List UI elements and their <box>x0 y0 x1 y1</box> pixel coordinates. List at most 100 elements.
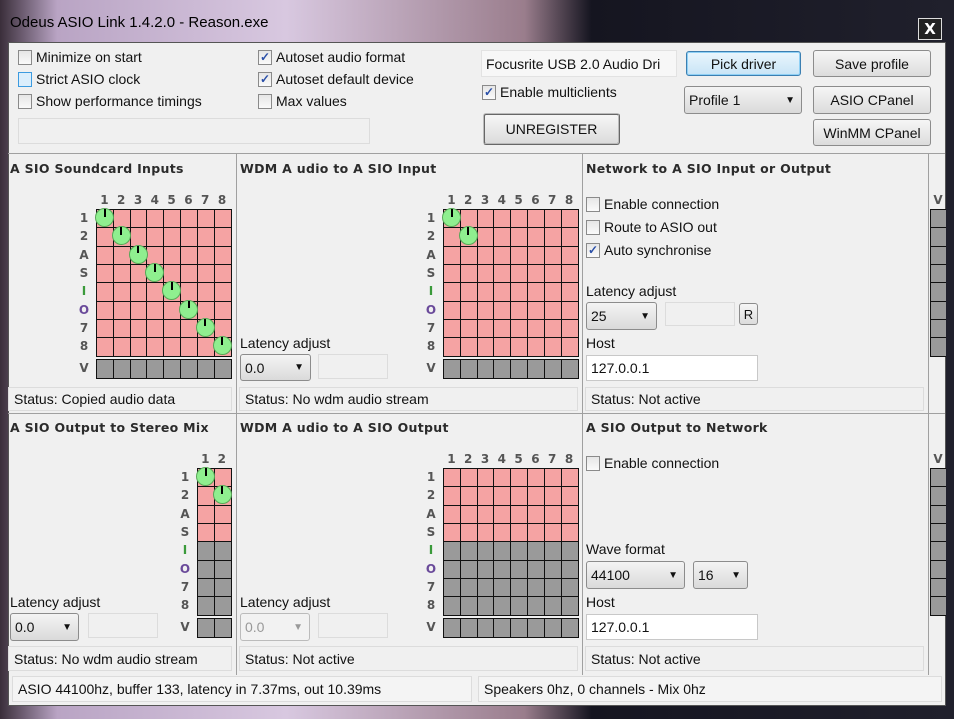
route-cell[interactable] <box>459 577 479 598</box>
route-cell[interactable] <box>196 282 216 302</box>
pick-driver-button[interactable]: Pick driver <box>686 51 801 76</box>
knob-icon[interactable] <box>179 299 198 319</box>
route-cell[interactable] <box>493 282 512 302</box>
route-cell[interactable] <box>493 245 512 266</box>
checkbox-box[interactable] <box>586 196 600 212</box>
route-cell[interactable] <box>459 282 479 302</box>
route-cell[interactable] <box>493 300 512 321</box>
route-cell[interactable] <box>459 318 479 339</box>
volume-cell[interactable] <box>510 359 529 380</box>
enable-connection-checkbox[interactable]: Enable connection <box>586 455 719 471</box>
route-cell[interactable] <box>543 577 563 598</box>
route-cell[interactable] <box>129 300 148 321</box>
volume-cell[interactable] <box>930 209 946 229</box>
route-cell[interactable] <box>510 522 529 543</box>
knob-icon[interactable] <box>442 208 461 227</box>
route-cell[interactable] <box>112 337 132 357</box>
auto-synchronise-checkbox[interactable]: ✓ Auto synchronise <box>586 242 711 258</box>
volume-cell[interactable] <box>459 359 479 380</box>
route-cell[interactable] <box>180 209 199 229</box>
checkbox-box[interactable] <box>18 71 32 87</box>
volume-cell[interactable] <box>213 618 232 639</box>
checkbox-box[interactable]: ✓ <box>482 84 496 100</box>
minimize-on-start-checkbox[interactable]: Minimize on start <box>18 49 142 65</box>
route-cell[interactable] <box>560 263 579 284</box>
route-cell[interactable] <box>476 263 495 284</box>
volume-cell[interactable] <box>443 359 462 380</box>
enable-multiclients-checkbox[interactable]: ✓ Enable multiclients <box>482 84 617 100</box>
route-cell[interactable] <box>560 486 579 507</box>
route-cell[interactable] <box>543 300 563 321</box>
route-cell[interactable] <box>459 541 479 561</box>
route-cell[interactable] <box>527 596 546 616</box>
route-cell[interactable] <box>543 468 563 488</box>
route-cell[interactable] <box>543 318 563 339</box>
route-cell[interactable] <box>543 486 563 507</box>
route-cell[interactable] <box>163 227 182 248</box>
route-cell[interactable] <box>527 263 546 284</box>
route-cell[interactable] <box>197 504 215 525</box>
route-cell[interactable] <box>560 300 579 321</box>
route-cell[interactable] <box>560 245 579 266</box>
route-cell[interactable] <box>527 300 546 321</box>
route-cell[interactable] <box>112 263 132 284</box>
save-profile-button[interactable]: Save profile <box>813 50 931 77</box>
route-cell[interactable] <box>476 227 495 248</box>
route-cell[interactable] <box>476 504 495 525</box>
route-cell[interactable] <box>560 541 579 561</box>
route-cell[interactable] <box>493 559 512 580</box>
knob-icon[interactable] <box>111 226 131 246</box>
route-cell[interactable] <box>543 522 563 543</box>
route-cell[interactable] <box>146 337 165 357</box>
volume-cell[interactable] <box>459 618 479 639</box>
route-cell[interactable] <box>196 209 216 229</box>
route-cell[interactable] <box>510 486 529 507</box>
route-cell[interactable] <box>560 318 579 339</box>
volume-cell[interactable] <box>930 577 946 598</box>
route-cell[interactable] <box>476 468 495 488</box>
max-values-checkbox[interactable]: Max values <box>258 93 347 109</box>
strict-asio-clock-checkbox[interactable]: Strict ASIO clock <box>18 71 140 87</box>
route-cell[interactable] <box>560 596 579 616</box>
route-cell[interactable] <box>476 559 495 580</box>
route-cell[interactable] <box>543 596 563 616</box>
route-cell[interactable] <box>527 282 546 302</box>
route-cell[interactable] <box>527 245 546 266</box>
route-cell[interactable] <box>543 559 563 580</box>
route-cell[interactable] <box>476 300 495 321</box>
checkbox-box[interactable] <box>258 93 272 109</box>
latency-select[interactable]: 0.0 ▼ <box>240 354 311 381</box>
volume-cell[interactable] <box>112 359 132 380</box>
route-cell[interactable] <box>213 596 232 616</box>
route-cell[interactable] <box>493 318 512 339</box>
route-cell[interactable] <box>213 522 232 543</box>
route-cell[interactable] <box>510 209 529 229</box>
volume-cell[interactable] <box>493 618 512 639</box>
reset-latency-button[interactable]: R <box>739 303 758 325</box>
route-cell[interactable] <box>510 596 529 616</box>
knob-icon[interactable] <box>458 226 478 246</box>
route-cell[interactable] <box>180 263 199 284</box>
route-cell[interactable] <box>459 559 479 580</box>
route-cell[interactable] <box>527 577 546 598</box>
route-cell[interactable] <box>476 245 495 266</box>
route-cell[interactable] <box>476 577 495 598</box>
route-cell[interactable] <box>163 209 182 229</box>
profile-select[interactable]: Profile 1 ▼ <box>684 86 802 114</box>
volume-cell[interactable] <box>527 618 546 639</box>
route-cell[interactable] <box>510 263 529 284</box>
volume-cell[interactable] <box>146 359 165 380</box>
route-cell[interactable] <box>443 486 462 507</box>
route-cell[interactable] <box>146 227 165 248</box>
route-cell[interactable] <box>213 300 232 321</box>
volume-cell[interactable] <box>930 337 946 357</box>
route-cell[interactable] <box>180 282 199 302</box>
route-cell[interactable] <box>112 282 132 302</box>
route-cell[interactable] <box>527 486 546 507</box>
route-cell[interactable] <box>213 209 232 229</box>
route-cell[interactable] <box>129 209 148 229</box>
route-cell[interactable] <box>443 282 462 302</box>
route-cell[interactable] <box>493 263 512 284</box>
route-cell[interactable] <box>443 300 462 321</box>
enable-connection-checkbox[interactable]: Enable connection <box>586 196 719 212</box>
